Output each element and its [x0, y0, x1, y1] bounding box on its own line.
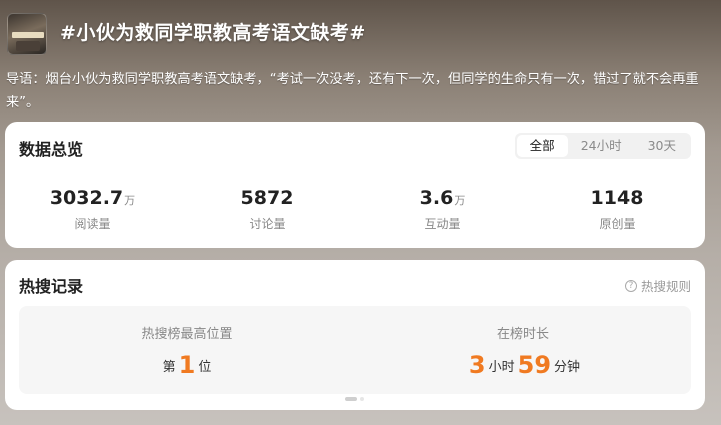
rank-number: 1 — [178, 351, 196, 379]
stat-value: 3.6万 — [355, 186, 530, 213]
hot-search-stats: 热搜榜最高位置 第1位 在榜时长 3 小时 59 分钟 — [19, 306, 691, 394]
duration-value: 3 小时 59 分钟 — [355, 350, 691, 383]
rules-label: 热搜规则 — [640, 279, 691, 294]
indicator-active — [345, 397, 357, 401]
hot-search-card: 热搜记录 ? 热搜规则 热搜榜最高位置 第1位 在榜时长 3 小时 59 分钟 — [5, 260, 705, 410]
rank-prefix: 第 — [162, 360, 176, 375]
stat-interactions: 3.6万 互动量 — [355, 186, 530, 232]
stat-value: 1148 — [530, 186, 705, 213]
stat-value: 3032.7万 — [5, 186, 180, 213]
time-range-tabs: 全部 24小时 30天 — [514, 133, 691, 159]
thumbnail-caption-strip — [12, 32, 44, 38]
stat-unit: 万 — [454, 194, 466, 207]
tab-30d[interactable]: 30天 — [635, 135, 689, 157]
stat-number: 3032.7 — [49, 187, 124, 209]
stat-reads: 3032.7万 阅读量 — [5, 186, 180, 232]
data-overview-card: 数据总览 全部 24小时 30天 3032.7万 阅读量 5872 讨论量 3.… — [5, 122, 705, 248]
duration-hours: 3 — [468, 351, 486, 379]
stat-label: 原创量 — [599, 217, 636, 231]
stats-row: 3032.7万 阅读量 5872 讨论量 3.6万 互动量 1148 原创量 — [5, 186, 705, 232]
topic-header: #小伙为救同学职教高考语文缺考# — [0, 0, 721, 68]
overview-title: 数据总览 — [19, 140, 84, 159]
hot-search-title: 热搜记录 — [19, 277, 84, 296]
stat-label: 讨论量 — [249, 217, 286, 231]
stat-discussions: 5872 讨论量 — [180, 186, 355, 232]
stat-number: 5872 — [240, 187, 294, 209]
duration-label: 在榜时长 — [496, 327, 549, 342]
hours-unit: 小时 — [488, 360, 515, 375]
stat-unit: 万 — [124, 194, 136, 207]
stat-originals: 1148 原创量 — [530, 186, 705, 232]
stat-label: 阅读量 — [74, 217, 111, 231]
peak-position: 热搜榜最高位置 第1位 — [19, 306, 355, 394]
question-circle-icon: ? — [624, 279, 637, 292]
tab-all[interactable]: 全部 — [516, 135, 568, 157]
duration-minutes: 59 — [517, 351, 552, 379]
stat-value: 5872 — [180, 186, 355, 213]
indicator-inactive — [360, 397, 364, 401]
rank-suffix: 位 — [198, 360, 212, 375]
tab-24h[interactable]: 24小时 — [568, 135, 635, 157]
stat-label: 互动量 — [424, 217, 461, 231]
hot-search-rules-link[interactable]: ? 热搜规则 — [624, 276, 691, 295]
stat-number: 1148 — [590, 187, 644, 209]
peak-position-value: 第1位 — [19, 350, 355, 383]
stat-number: 3.6 — [419, 187, 454, 209]
on-list-duration: 在榜时长 3 小时 59 分钟 — [355, 306, 691, 394]
thumbnail-figure — [16, 41, 40, 51]
carousel-indicator — [345, 397, 364, 401]
topic-thumbnail[interactable] — [7, 13, 47, 55]
peak-position-label: 热搜榜最高位置 — [141, 327, 233, 342]
topic-title: #小伙为救同学职教高考语文缺考# — [60, 22, 366, 44]
topic-intro: 导语：烟台小伙为救同学职教高考语文缺考，“考试一次没考，还有下一次，但同学的生命… — [6, 72, 699, 110]
minutes-unit: 分钟 — [554, 360, 581, 375]
